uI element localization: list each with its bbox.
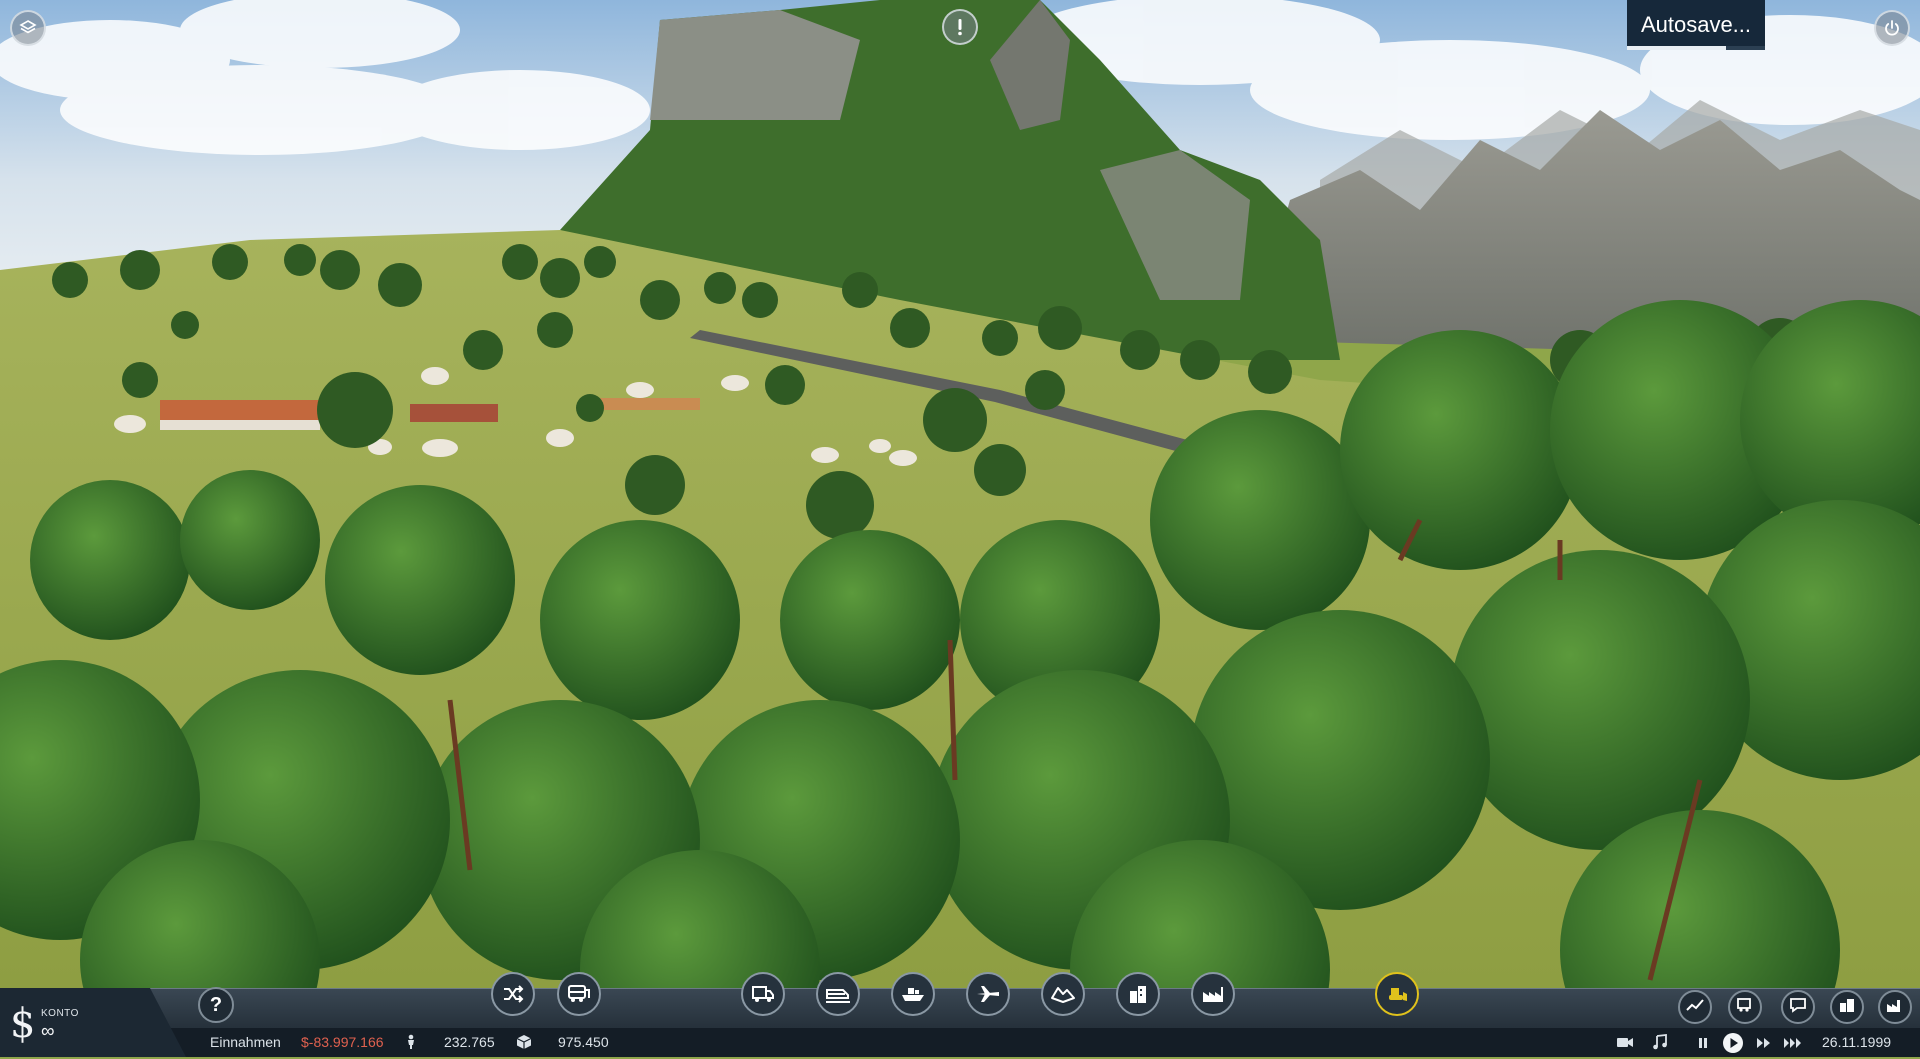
plane-icon [975, 984, 1001, 1004]
tool-strip [0, 988, 1920, 1029]
chart-line-icon [1686, 998, 1704, 1017]
bus-icon [567, 984, 591, 1004]
industry-button[interactable] [1191, 972, 1235, 1016]
air-transport-button[interactable] [966, 972, 1010, 1016]
bulldoze-button[interactable] [1375, 972, 1419, 1016]
town-button[interactable] [1116, 972, 1160, 1016]
layers-button[interactable] [10, 10, 46, 46]
income-label: Einnahmen [210, 1034, 281, 1050]
fast-forward-icon[interactable] [1756, 1036, 1772, 1054]
industries-button[interactable] [1878, 990, 1912, 1024]
alert-button[interactable] [942, 9, 978, 45]
income-value: $-83.997.166 [301, 1034, 384, 1050]
autosave-label: Autosave... [1640, 12, 1752, 37]
terrain-button[interactable] [1041, 972, 1085, 1016]
game-viewport[interactable] [0, 0, 1920, 990]
autosave-progress [1627, 46, 1765, 50]
layers-icon [19, 19, 37, 37]
exclamation-icon [953, 18, 967, 36]
passengers-value: 232.765 [444, 1034, 495, 1050]
rail-transport-button[interactable] [816, 972, 860, 1016]
music-icon[interactable] [1652, 1033, 1668, 1055]
game-date: 26.11.1999 [1822, 1034, 1892, 1050]
water-transport-button[interactable] [891, 972, 935, 1016]
account-label: KONTO [41, 1008, 79, 1019]
fastest-forward-icon[interactable] [1784, 1036, 1802, 1054]
dollar-icon: $ [10, 1001, 36, 1047]
factory-icon [1201, 984, 1225, 1004]
bulldozer-icon [1385, 984, 1409, 1004]
vehicles-button[interactable] [1728, 990, 1762, 1024]
vehicle-list-icon [1736, 997, 1754, 1018]
cargo-icon [516, 1034, 532, 1055]
stats-button[interactable] [1678, 990, 1712, 1024]
power-button[interactable] [1874, 10, 1910, 46]
messages-icon [1789, 997, 1807, 1018]
bottom-toolbar: $ KONTO ∞ ? Einnahmen $-83.997.166 232.7… [0, 972, 1920, 1059]
help-label: ? [209, 993, 223, 1016]
landscape-view [0, 0, 1920, 990]
truck-icon [751, 984, 775, 1004]
camera-icon[interactable] [1616, 1035, 1634, 1054]
pause-icon[interactable] [1697, 1036, 1709, 1054]
shuffle-icon [502, 985, 524, 1003]
towns-icon [1838, 996, 1856, 1019]
autosave-notice: Autosave... [1627, 0, 1765, 50]
terrain-icon [1050, 984, 1076, 1004]
towns-button[interactable] [1830, 990, 1864, 1024]
cargo-value: 975.450 [558, 1034, 609, 1050]
passenger-icon [405, 1034, 417, 1055]
messages-button[interactable] [1781, 990, 1815, 1024]
vehicle-depot-button[interactable] [557, 972, 601, 1016]
account-value: ∞ [41, 1021, 55, 1042]
industries-icon [1886, 997, 1904, 1018]
road-transport-button[interactable] [741, 972, 785, 1016]
play-icon[interactable] [1722, 1032, 1744, 1059]
lines-button[interactable] [491, 972, 535, 1016]
power-icon [1883, 19, 1901, 37]
train-icon [825, 984, 851, 1004]
city-icon [1127, 983, 1149, 1005]
ship-icon [900, 984, 926, 1004]
help-button[interactable]: ? [198, 987, 234, 1023]
